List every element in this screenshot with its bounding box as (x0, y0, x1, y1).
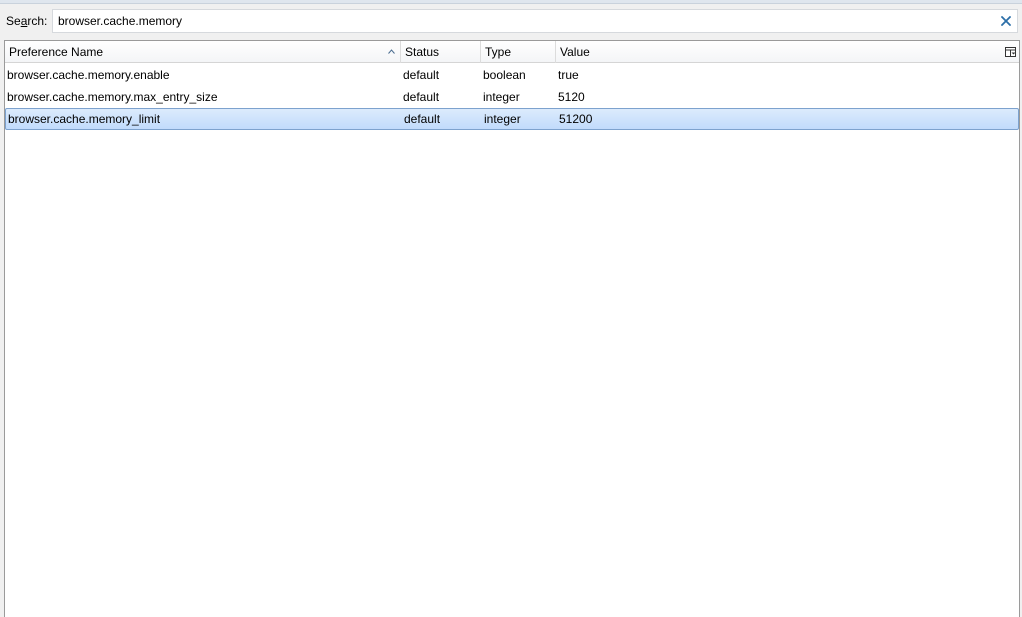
column-header-preference-name[interactable]: Preference Name (5, 41, 401, 63)
column-header-label: Value (560, 45, 590, 59)
cell-type: integer (484, 112, 521, 126)
cell-preference-name: browser.cache.memory.max_entry_size (7, 90, 218, 104)
column-header-value[interactable]: Value (556, 41, 1001, 63)
close-icon (1001, 16, 1011, 26)
column-header-type[interactable]: Type (481, 41, 556, 63)
column-picker-button[interactable] (1001, 41, 1019, 63)
column-header-status[interactable]: Status (401, 41, 481, 63)
column-header-label: Preference Name (9, 45, 104, 59)
search-box (52, 9, 1018, 33)
table-row[interactable]: browser.cache.memory.enable default bool… (5, 64, 1019, 86)
sort-ascending-icon (388, 49, 395, 54)
cell-value: 51200 (559, 112, 593, 126)
search-bar: Search: (0, 4, 1022, 39)
cell-status: default (403, 90, 440, 104)
column-header-label: Type (485, 45, 512, 59)
cell-type: boolean (483, 68, 526, 82)
table-row-selected[interactable]: browser.cache.memory_limit default integ… (5, 108, 1019, 130)
search-input[interactable] (53, 10, 993, 32)
column-header-label: Status (405, 45, 440, 59)
cell-status: default (404, 112, 441, 126)
table-row[interactable]: browser.cache.memory.max_entry_size defa… (5, 86, 1019, 108)
cell-preference-name: browser.cache.memory.enable (7, 68, 170, 82)
cell-value: true (558, 68, 579, 82)
column-picker-icon (1004, 47, 1016, 57)
preference-rows: browser.cache.memory.enable default bool… (5, 64, 1019, 130)
preferences-tree[interactable]: Preference Name Status Type Value browse… (4, 40, 1020, 617)
cell-preference-name: browser.cache.memory_limit (8, 112, 161, 126)
cell-status: default (403, 68, 440, 82)
cell-value: 5120 (558, 90, 585, 104)
column-header-row: Preference Name Status Type Value (5, 41, 1019, 63)
clear-search-button[interactable] (997, 12, 1015, 30)
search-label: Search: (6, 14, 48, 28)
cell-type: integer (483, 90, 520, 104)
